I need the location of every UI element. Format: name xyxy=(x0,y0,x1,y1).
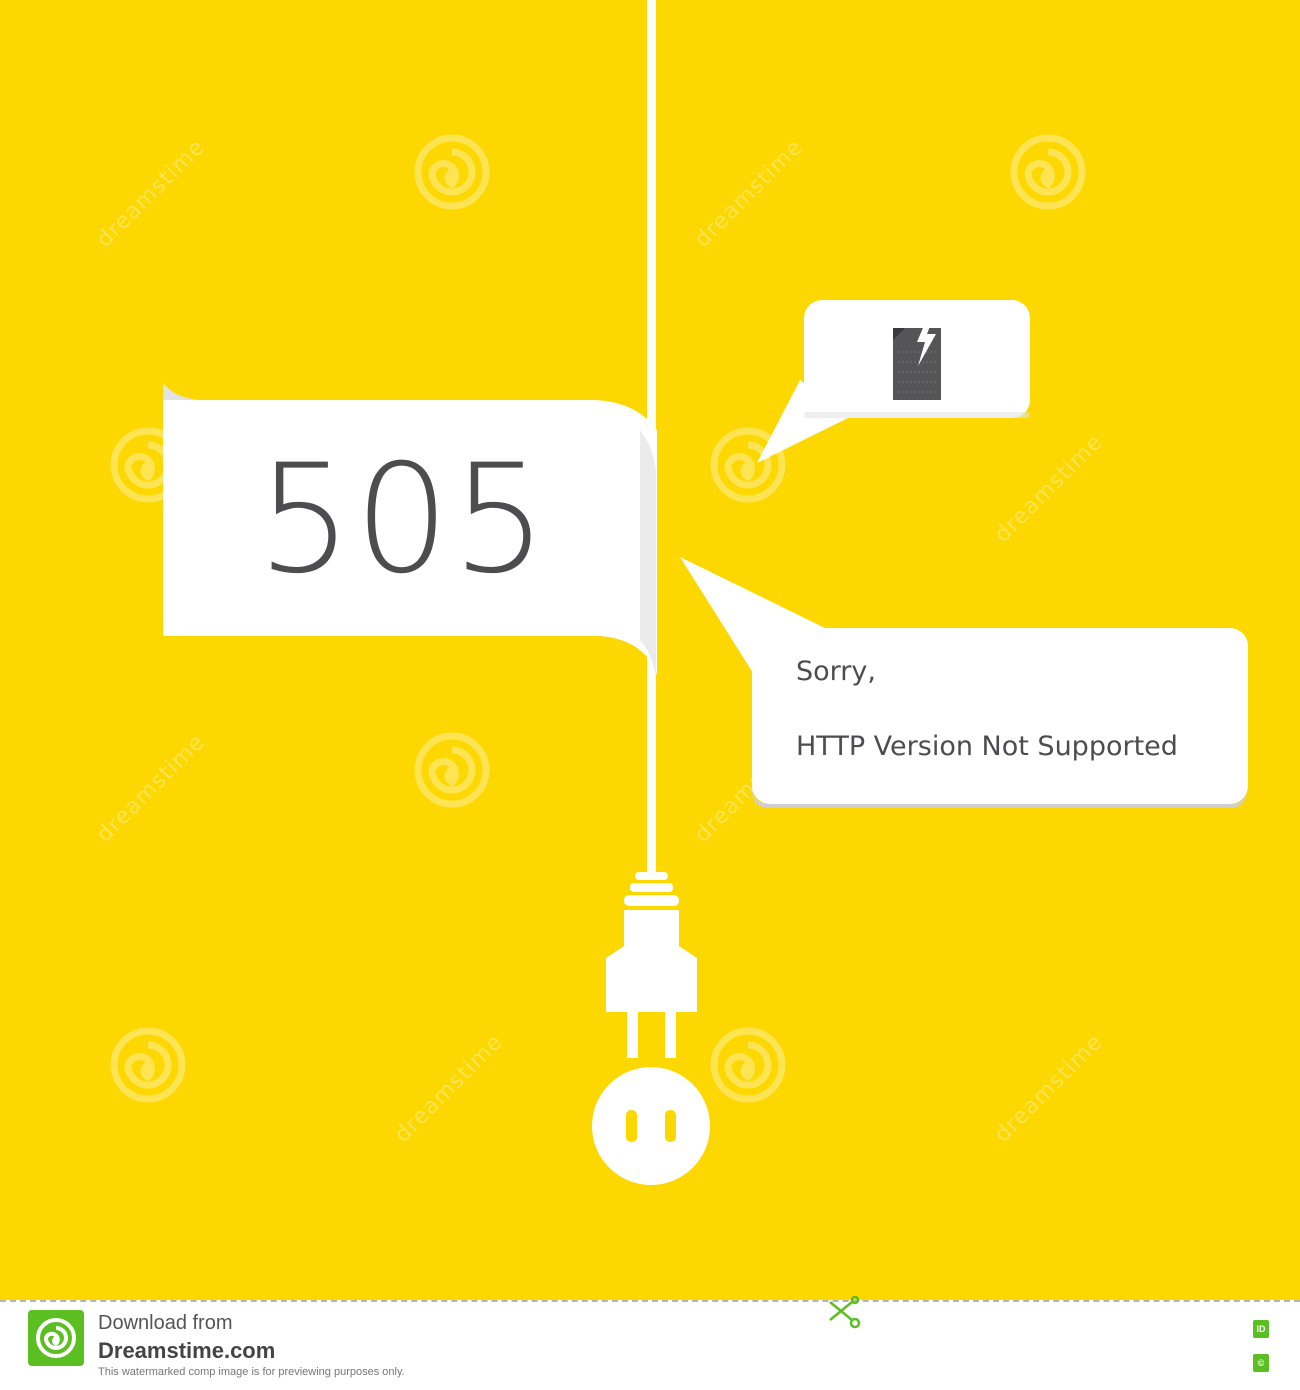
footer-site-name: Dreamstime.com xyxy=(98,1338,276,1363)
power-socket-icon xyxy=(592,1067,710,1185)
id-badge: ID xyxy=(1253,1320,1269,1338)
footer-download-label: Download from xyxy=(98,1312,233,1334)
power-plug-icon xyxy=(606,872,697,1058)
footer-notice: This watermarked comp image is for previ… xyxy=(98,1366,405,1378)
scissors-icon xyxy=(829,1296,861,1329)
graphics xyxy=(163,0,1248,1185)
watermark-footer: Download from Dreamstime.com This waterm… xyxy=(0,1296,1300,1390)
document-with-lightning-icon xyxy=(893,316,941,400)
copyright-badge: © xyxy=(1253,1354,1269,1372)
message-speech-bubble xyxy=(680,557,1248,808)
error-message-line-2: HTTP Version Not Supported xyxy=(796,731,1178,762)
error-code: 505 xyxy=(256,433,550,607)
dreamstime-logo-icon xyxy=(28,1310,84,1366)
illustration: dreamstime dreamstime dreamstime dreamst… xyxy=(0,0,1300,1300)
error-message-line-1: Sorry, xyxy=(796,656,876,687)
